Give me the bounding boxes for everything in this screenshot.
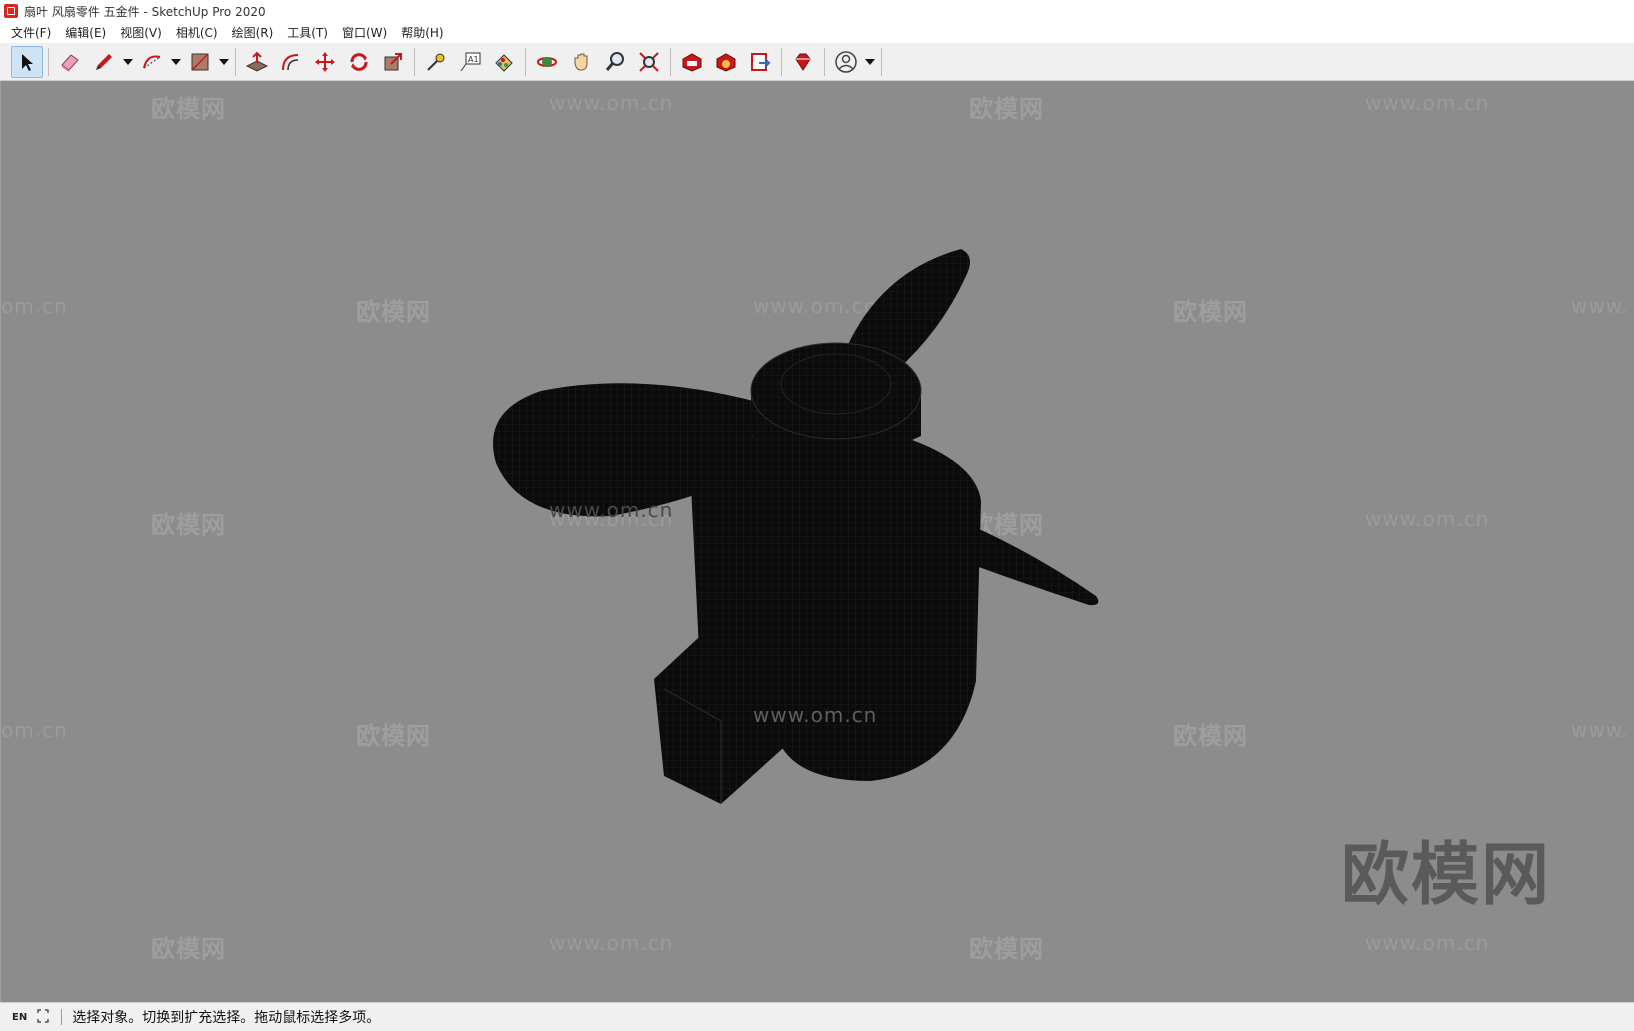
orbit-tool-button[interactable] [531,46,563,78]
zoom-extents-tool-button[interactable] [633,46,665,78]
status-bar: EN 选择对象。切换到扩充选择。拖动鼠标选择多项。 [0,1002,1634,1031]
account-icon [835,50,857,73]
title-bar: 扇叶 风扇零件 五金件 - SketchUp Pro 2020 [0,0,1634,22]
account-dropdown[interactable] [863,46,877,78]
status-separator [61,1009,63,1025]
menu-file[interactable]: 文件(F) [4,24,58,41]
chevron-down-icon [219,58,229,65]
eraser-icon [61,53,79,72]
tape-measure-icon [427,53,445,71]
toolbar-separator [235,47,236,76]
modeling-viewport[interactable]: 欧模网 www.om.cn 欧模网 www.om.cn om.cn 欧模网 ww… [0,81,1634,1002]
menu-edit[interactable]: 编辑(E) [58,24,113,41]
menu-tools[interactable]: 工具(T) [280,24,335,41]
rectangle-icon [191,52,209,71]
warehouse-icon [682,52,702,72]
chevron-down-icon [865,58,875,65]
menu-view[interactable]: 视图(V) [113,24,169,41]
status-message: 选择对象。切换到扩充选择。拖动鼠标选择多项。 [72,1010,381,1026]
chevron-down-icon [171,58,181,65]
toolbar-separator [781,47,782,76]
arc-tool-button[interactable] [136,46,168,78]
toolbar-separator [48,47,49,76]
pencil-tool-button[interactable] [88,46,120,78]
menu-window[interactable]: 窗口(W) [335,24,394,41]
text-tool-glyph: A1 [468,55,479,64]
menu-draw[interactable]: 绘图(R) [225,24,281,41]
menu-help[interactable]: 帮助(H) [394,24,450,41]
pan-tool-button[interactable] [565,46,597,78]
push-pull-icon [245,51,269,72]
rectangle-dropdown[interactable] [217,46,231,78]
fan-blade-right [961,521,1099,606]
fullscreen-icon[interactable] [37,1008,49,1027]
push-pull-tool-button[interactable] [241,46,273,78]
paint-bucket-icon [495,53,513,72]
text-tool-button[interactable]: A1 [454,46,486,78]
pan-icon [574,53,588,71]
scale-icon [384,52,402,70]
select-tool-button[interactable] [11,45,43,78]
pencil-icon [96,53,112,70]
scale-tool-button[interactable] [377,46,409,78]
arc-icon [143,55,161,68]
menu-camera[interactable]: 相机(C) [169,24,225,41]
account-button[interactable] [830,46,862,78]
main-toolbar: A1 [0,43,1634,81]
pencil-dropdown[interactable] [121,46,135,78]
move-tool-button[interactable] [309,46,341,78]
window-title: 扇叶 风扇零件 五金件 - SketchUp Pro 2020 [24,4,266,19]
text-icon: A1 [460,52,481,71]
watermark-url: www.om.cn [549,498,674,522]
rectangle-tool-button[interactable] [184,46,216,78]
extension-warehouse-button[interactable] [710,46,742,78]
move-icon [315,51,335,72]
toolbar-separator [881,47,882,76]
eraser-tool-button[interactable] [54,46,86,78]
tape-measure-tool-button[interactable] [420,46,452,78]
extension-warehouse-icon [716,52,736,72]
sketchup-logo-icon [4,4,18,18]
rotate-tool-button[interactable] [343,46,375,78]
offset-tool-button[interactable] [275,46,307,78]
corner-logo: 欧模网 [1341,836,1552,915]
toolbar-separator [525,47,526,76]
offset-icon [282,53,299,70]
language-indicator[interactable]: EN [12,1012,27,1023]
select-icon [22,53,33,71]
warehouse-button[interactable] [676,46,708,78]
toolbar-separator [414,47,415,76]
toolbar-separator [670,47,671,76]
zoom-extents-icon [639,51,659,72]
arc-dropdown[interactable] [169,46,183,78]
rotate-icon [350,52,368,71]
orbit-icon [537,56,557,67]
layout-icon [751,52,771,71]
zoom-icon [605,51,624,71]
zoom-tool-button[interactable] [599,46,631,78]
ruby-console-button[interactable] [787,46,819,78]
ruby-icon [795,53,811,71]
watermark-url: www.om.cn [753,703,878,727]
chevron-down-icon [123,58,133,65]
toolbar-separator [824,47,825,76]
menu-bar: 文件(F) 编辑(E) 视图(V) 相机(C) 绘图(R) 工具(T) 窗口(W… [0,22,1634,43]
paint-bucket-tool-button[interactable] [488,46,520,78]
layout-button[interactable] [744,46,776,78]
